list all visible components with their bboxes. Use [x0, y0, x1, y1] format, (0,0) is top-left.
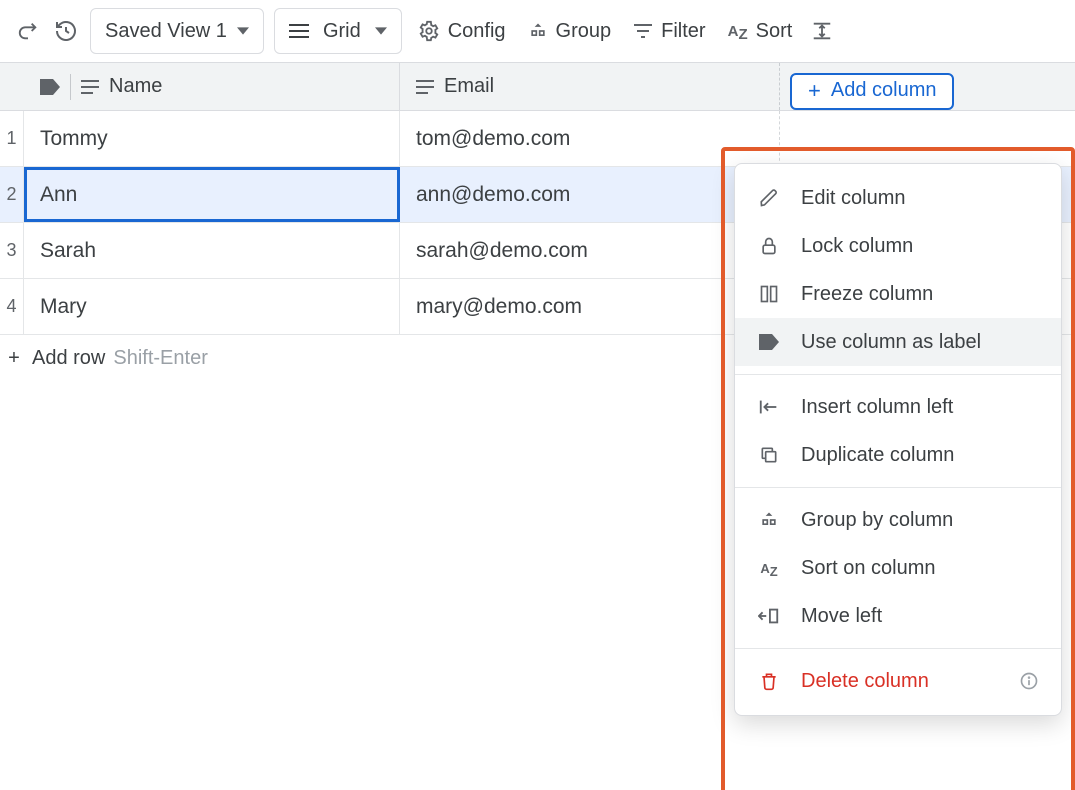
row-number-header	[0, 63, 24, 110]
menu-item-label: Freeze column	[801, 283, 933, 306]
column-context-menu: Edit column Lock column Freeze column Us…	[734, 163, 1062, 716]
info-icon	[1019, 671, 1039, 691]
group-button[interactable]: Group	[522, 20, 618, 43]
sort-az-icon: AZ	[728, 24, 748, 39]
menu-item-label: Use column as label	[801, 331, 981, 354]
layout-label: Grid	[323, 20, 361, 43]
view-selector-label: Saved View 1	[105, 20, 227, 43]
config-label: Config	[448, 20, 506, 43]
menu-item-label: Sort on column	[801, 557, 936, 580]
menu-item-label: Move left	[801, 605, 882, 628]
toolbar: Saved View 1 Grid Config Group Filter	[0, 0, 1075, 63]
cell-email[interactable]: ann@demo.com	[400, 167, 780, 222]
cell-name[interactable]: Mary	[24, 279, 400, 334]
menu-item-label: Duplicate column	[801, 444, 954, 467]
sort-label: Sort	[756, 20, 793, 43]
add-column-button[interactable]: + Add column	[790, 73, 954, 110]
cell-email[interactable]: mary@demo.com	[400, 279, 780, 334]
gear-icon	[418, 20, 440, 42]
label-tag-icon	[40, 79, 60, 95]
history-icon[interactable]	[52, 17, 80, 45]
group-icon	[528, 21, 548, 41]
menu-delete-column[interactable]: Delete column	[735, 657, 1061, 705]
column-header-email[interactable]: Email	[400, 63, 780, 110]
menu-move-left[interactable]: Move left	[735, 592, 1061, 640]
row-number: 2	[0, 167, 24, 222]
insert-left-icon	[757, 395, 781, 419]
menu-item-label: Delete column	[801, 670, 929, 693]
cell-email[interactable]: sarah@demo.com	[400, 223, 780, 278]
view-selector[interactable]: Saved View 1	[90, 8, 264, 54]
menu-edit-column[interactable]: Edit column	[735, 174, 1061, 222]
menu-item-label: Group by column	[801, 509, 953, 532]
filter-label: Filter	[661, 20, 705, 43]
filter-icon	[633, 22, 653, 40]
add-row-hint: Shift-Enter	[113, 347, 207, 370]
menu-insert-left[interactable]: Insert column left	[735, 383, 1061, 431]
menu-item-label: Insert column left	[801, 396, 953, 419]
chevron-down-icon	[237, 25, 249, 37]
sort-az-icon: AZ	[757, 556, 781, 580]
redo-icon[interactable]	[14, 17, 42, 45]
add-column-label: Add column	[831, 79, 937, 102]
row-height-icon[interactable]	[808, 17, 836, 45]
menu-use-as-label[interactable]: Use column as label	[735, 318, 1061, 366]
text-lines-icon	[81, 80, 99, 94]
duplicate-icon	[757, 443, 781, 467]
group-icon	[757, 508, 781, 532]
text-lines-icon	[416, 80, 434, 94]
freeze-icon	[757, 282, 781, 306]
column-header-name[interactable]: Name	[24, 63, 400, 110]
sort-button[interactable]: AZ Sort	[722, 20, 799, 43]
menu-duplicate[interactable]: Duplicate column	[735, 431, 1061, 479]
cell-name[interactable]: Tommy	[24, 111, 400, 166]
menu-lock-column[interactable]: Lock column	[735, 222, 1061, 270]
label-tag-icon	[757, 330, 781, 354]
menu-item-label: Lock column	[801, 235, 913, 258]
cell-name[interactable]: Sarah	[24, 223, 400, 278]
menu-sort-on[interactable]: AZ Sort on column	[735, 544, 1061, 592]
lock-icon	[757, 234, 781, 258]
row-number: 3	[0, 223, 24, 278]
column-header-name-label: Name	[109, 75, 162, 98]
menu-group-by[interactable]: Group by column	[735, 496, 1061, 544]
group-label: Group	[556, 20, 612, 43]
filter-button[interactable]: Filter	[627, 20, 711, 43]
cell-name[interactable]: Ann	[24, 167, 400, 222]
plus-icon: +	[4, 347, 24, 370]
row-number: 1	[0, 111, 24, 166]
column-header-email-label: Email	[444, 75, 494, 98]
config-button[interactable]: Config	[412, 20, 512, 43]
add-row-label: Add row	[32, 347, 105, 370]
grid-icon	[289, 23, 309, 39]
trash-icon	[757, 669, 781, 693]
menu-freeze-column[interactable]: Freeze column	[735, 270, 1061, 318]
pencil-icon	[757, 186, 781, 210]
sheet: Name Email + Add column 1Tommytom@demo.c…	[0, 63, 1075, 382]
cell-email[interactable]: tom@demo.com	[400, 111, 780, 166]
plus-icon: +	[808, 80, 821, 102]
move-left-icon	[757, 604, 781, 628]
layout-selector[interactable]: Grid	[274, 8, 402, 54]
chevron-down-icon	[375, 25, 387, 37]
table-row[interactable]: 1Tommytom@demo.com	[0, 111, 1075, 167]
menu-item-label: Edit column	[801, 187, 906, 210]
row-number: 4	[0, 279, 24, 334]
